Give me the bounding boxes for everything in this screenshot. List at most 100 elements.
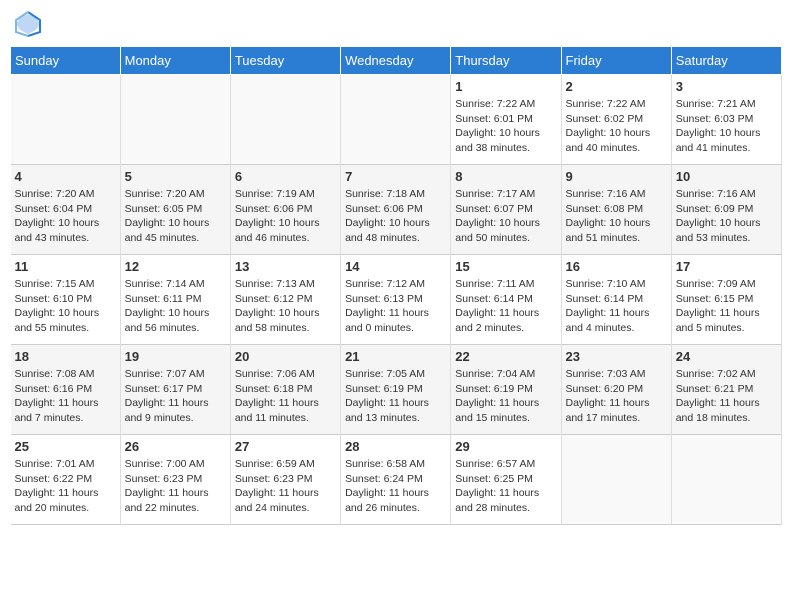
calendar-cell: 21 Sunrise: 7:05 AM Sunset: 6:19 PM Dayli…: [341, 345, 451, 435]
week-row: 25 Sunrise: 7:01 AM Sunset: 6:22 PM Dayli…: [11, 435, 782, 525]
weekday-header: Monday: [120, 47, 230, 75]
day-number: 10: [676, 169, 777, 184]
day-info: Sunrise: 7:15 AM Sunset: 6:10 PM Dayligh…: [15, 277, 116, 336]
calendar-cell: 10 Sunrise: 7:16 AM Sunset: 6:09 PM Dayli…: [671, 165, 781, 255]
day-number: 1: [455, 79, 556, 94]
day-info: Sunrise: 7:07 AM Sunset: 6:17 PM Dayligh…: [125, 367, 226, 426]
day-info: Sunrise: 7:00 AM Sunset: 6:23 PM Dayligh…: [125, 457, 226, 516]
day-number: 13: [235, 259, 336, 274]
calendar-cell: 15 Sunrise: 7:11 AM Sunset: 6:14 PM Dayli…: [451, 255, 561, 345]
day-number: 5: [125, 169, 226, 184]
day-info: Sunrise: 7:08 AM Sunset: 6:16 PM Dayligh…: [15, 367, 116, 426]
week-row: 18 Sunrise: 7:08 AM Sunset: 6:16 PM Dayli…: [11, 345, 782, 435]
day-number: 20: [235, 349, 336, 364]
day-number: 27: [235, 439, 336, 454]
day-info: Sunrise: 7:02 AM Sunset: 6:21 PM Dayligh…: [676, 367, 777, 426]
calendar-cell: 27 Sunrise: 6:59 AM Sunset: 6:23 PM Dayli…: [230, 435, 340, 525]
day-info: Sunrise: 6:59 AM Sunset: 6:23 PM Dayligh…: [235, 457, 336, 516]
day-number: 28: [345, 439, 446, 454]
day-number: 2: [566, 79, 667, 94]
weekday-header: Saturday: [671, 47, 781, 75]
calendar-cell: 19 Sunrise: 7:07 AM Sunset: 6:17 PM Dayli…: [120, 345, 230, 435]
weekday-header: Friday: [561, 47, 671, 75]
calendar-cell: 1 Sunrise: 7:22 AM Sunset: 6:01 PM Daylig…: [451, 75, 561, 165]
day-info: Sunrise: 7:21 AM Sunset: 6:03 PM Dayligh…: [676, 97, 777, 156]
day-info: Sunrise: 7:09 AM Sunset: 6:15 PM Dayligh…: [676, 277, 777, 336]
calendar-cell: 24 Sunrise: 7:02 AM Sunset: 6:21 PM Dayli…: [671, 345, 781, 435]
day-number: 18: [15, 349, 116, 364]
calendar-cell: 29 Sunrise: 6:57 AM Sunset: 6:25 PM Dayli…: [451, 435, 561, 525]
day-info: Sunrise: 7:20 AM Sunset: 6:05 PM Dayligh…: [125, 187, 226, 246]
weekday-header: Thursday: [451, 47, 561, 75]
calendar-cell: 5 Sunrise: 7:20 AM Sunset: 6:05 PM Daylig…: [120, 165, 230, 255]
day-info: Sunrise: 7:03 AM Sunset: 6:20 PM Dayligh…: [566, 367, 667, 426]
day-number: 21: [345, 349, 446, 364]
weekday-header: Wednesday: [341, 47, 451, 75]
calendar-cell: 26 Sunrise: 7:00 AM Sunset: 6:23 PM Dayli…: [120, 435, 230, 525]
day-number: 15: [455, 259, 556, 274]
day-number: 11: [15, 259, 116, 274]
calendar-cell: 6 Sunrise: 7:19 AM Sunset: 6:06 PM Daylig…: [230, 165, 340, 255]
day-number: 24: [676, 349, 777, 364]
day-info: Sunrise: 7:22 AM Sunset: 6:02 PM Dayligh…: [566, 97, 667, 156]
calendar-cell: 3 Sunrise: 7:21 AM Sunset: 6:03 PM Daylig…: [671, 75, 781, 165]
calendar-cell: [230, 75, 340, 165]
calendar-cell: 2 Sunrise: 7:22 AM Sunset: 6:02 PM Daylig…: [561, 75, 671, 165]
day-info: Sunrise: 7:17 AM Sunset: 6:07 PM Dayligh…: [455, 187, 556, 246]
calendar-cell: 25 Sunrise: 7:01 AM Sunset: 6:22 PM Dayli…: [11, 435, 121, 525]
calendar-cell: 4 Sunrise: 7:20 AM Sunset: 6:04 PM Daylig…: [11, 165, 121, 255]
calendar-cell: [561, 435, 671, 525]
day-info: Sunrise: 7:13 AM Sunset: 6:12 PM Dayligh…: [235, 277, 336, 336]
day-info: Sunrise: 7:16 AM Sunset: 6:08 PM Dayligh…: [566, 187, 667, 246]
page-header: [10, 10, 782, 38]
calendar-cell: 13 Sunrise: 7:13 AM Sunset: 6:12 PM Dayli…: [230, 255, 340, 345]
day-number: 14: [345, 259, 446, 274]
calendar-cell: 17 Sunrise: 7:09 AM Sunset: 6:15 PM Dayli…: [671, 255, 781, 345]
day-number: 23: [566, 349, 667, 364]
day-info: Sunrise: 7:01 AM Sunset: 6:22 PM Dayligh…: [15, 457, 116, 516]
day-number: 17: [676, 259, 777, 274]
day-number: 3: [676, 79, 777, 94]
day-info: Sunrise: 7:12 AM Sunset: 6:13 PM Dayligh…: [345, 277, 446, 336]
day-number: 26: [125, 439, 226, 454]
day-info: Sunrise: 7:19 AM Sunset: 6:06 PM Dayligh…: [235, 187, 336, 246]
weekday-header: Tuesday: [230, 47, 340, 75]
day-info: Sunrise: 7:22 AM Sunset: 6:01 PM Dayligh…: [455, 97, 556, 156]
calendar-cell: 12 Sunrise: 7:14 AM Sunset: 6:11 PM Dayli…: [120, 255, 230, 345]
day-number: 4: [15, 169, 116, 184]
calendar-cell: [671, 435, 781, 525]
calendar-cell: 28Sunrise: 6:58 AM Sunset: 6:24 PM Dayli…: [341, 435, 451, 525]
day-number: 12: [125, 259, 226, 274]
day-info: Sunrise: 7:11 AM Sunset: 6:14 PM Dayligh…: [455, 277, 556, 336]
calendar-cell: 7Sunrise: 7:18 AM Sunset: 6:06 PM Daylig…: [341, 165, 451, 255]
calendar-cell: 14 Sunrise: 7:12 AM Sunset: 6:13 PM Dayli…: [341, 255, 451, 345]
day-number: 25: [15, 439, 116, 454]
logo: [14, 10, 46, 38]
day-number: 8: [455, 169, 556, 184]
calendar-cell: [341, 75, 451, 165]
day-number: 9: [566, 169, 667, 184]
week-row: 1 Sunrise: 7:22 AM Sunset: 6:01 PM Daylig…: [11, 75, 782, 165]
day-info: Sunrise: 7:10 AM Sunset: 6:14 PM Dayligh…: [566, 277, 667, 336]
calendar-table: SundayMondayTuesdayWednesdayThursdayFrid…: [10, 46, 782, 525]
day-info: Sunrise: 6:57 AM Sunset: 6:25 PM Dayligh…: [455, 457, 556, 516]
day-number: 29: [455, 439, 556, 454]
day-info: Sunrise: 7:16 AM Sunset: 6:09 PM Dayligh…: [676, 187, 777, 246]
day-info: Sunrise: 7:20 AM Sunset: 6:04 PM Dayligh…: [15, 187, 116, 246]
day-info: Sunrise: 7:14 AM Sunset: 6:11 PM Dayligh…: [125, 277, 226, 336]
calendar-cell: 23 Sunrise: 7:03 AM Sunset: 6:20 PM Dayli…: [561, 345, 671, 435]
day-number: 16: [566, 259, 667, 274]
day-info: Sunrise: 7:06 AM Sunset: 6:18 PM Dayligh…: [235, 367, 336, 426]
calendar-cell: [120, 75, 230, 165]
week-row: 11 Sunrise: 7:15 AM Sunset: 6:10 PM Dayli…: [11, 255, 782, 345]
day-info: Sunrise: 7:04 AM Sunset: 6:19 PM Dayligh…: [455, 367, 556, 426]
calendar-cell: 16 Sunrise: 7:10 AM Sunset: 6:14 PM Dayli…: [561, 255, 671, 345]
calendar-cell: 11 Sunrise: 7:15 AM Sunset: 6:10 PM Dayli…: [11, 255, 121, 345]
logo-icon: [14, 10, 42, 38]
calendar-cell: 8 Sunrise: 7:17 AM Sunset: 6:07 PM Daylig…: [451, 165, 561, 255]
calendar-cell: 9 Sunrise: 7:16 AM Sunset: 6:08 PM Daylig…: [561, 165, 671, 255]
day-number: 19: [125, 349, 226, 364]
calendar-cell: [11, 75, 121, 165]
day-info: Sunrise: 7:05 AM Sunset: 6:19 PM Dayligh…: [345, 367, 446, 426]
day-number: 6: [235, 169, 336, 184]
